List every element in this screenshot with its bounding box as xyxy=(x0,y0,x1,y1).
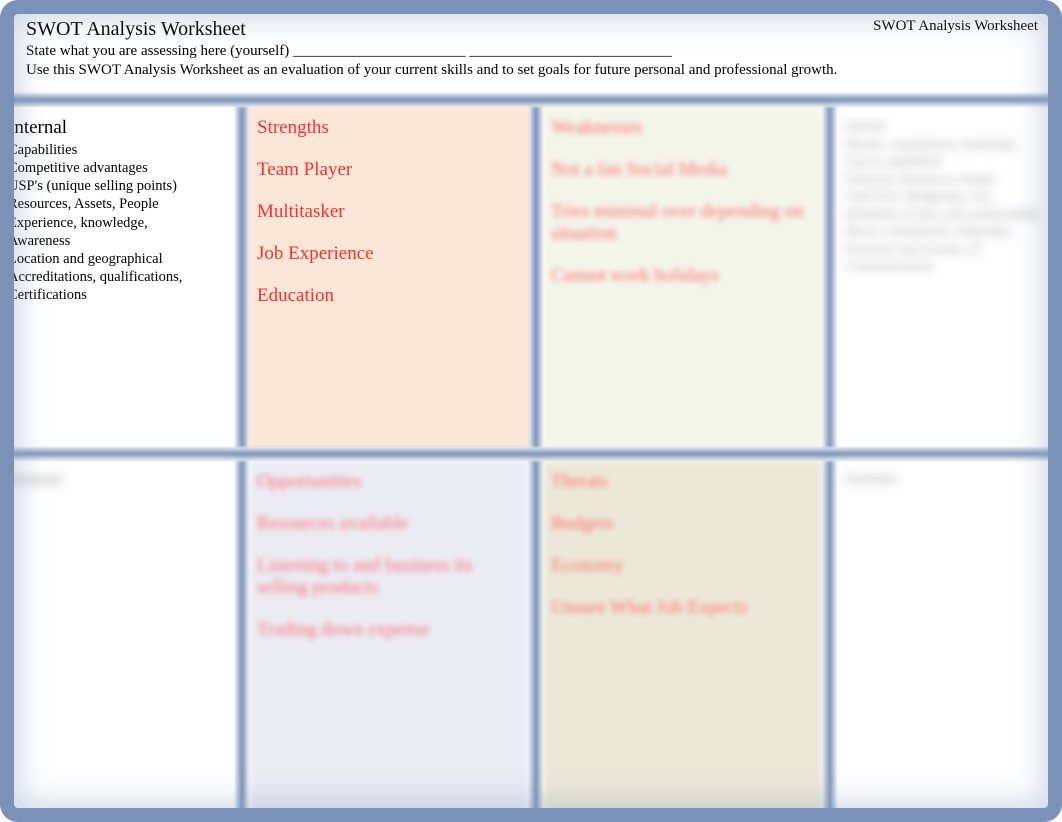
cell-threats: Threats Budgets Economy Unsure What Job … xyxy=(543,461,823,817)
divider-vertical xyxy=(823,461,837,817)
internal-item: Location and geographical xyxy=(8,250,227,268)
right-line: Morale, commitment, leadership xyxy=(845,135,1054,153)
threats-item: Unsure What Job Expects xyxy=(551,597,815,619)
divider-vertical xyxy=(235,461,249,817)
strengths-item: Education xyxy=(257,285,521,307)
weaknesses-item: Not a fan Social Media xyxy=(551,159,815,181)
opportunities-item: Listening to and business its selling pr… xyxy=(257,555,521,599)
right-line: Processes and systems, IT, Communication… xyxy=(845,240,1054,275)
internal-item: Accreditations, qualifications, xyxy=(8,268,227,286)
threats-item: Budgets xyxy=(551,513,815,535)
threats-item: Economy xyxy=(551,555,815,577)
cell-internal-right: Internal Morale, commitment, leadership … xyxy=(837,107,1062,447)
internal-item: Capabilities xyxy=(8,141,227,159)
external-title: External xyxy=(8,471,227,489)
opportunities-item: Resources available xyxy=(257,513,521,535)
weaknesses-heading: Weaknesses xyxy=(551,117,815,139)
divider-horizontal xyxy=(0,93,1062,107)
internal-item: Competitive advantages xyxy=(8,159,227,177)
internal-item: Awareness xyxy=(8,232,227,250)
internal-item: Resources, Assets, People xyxy=(8,195,227,213)
right-line: Cash Flow, Budgeting, Cost xyxy=(845,187,1054,205)
fade-overlay xyxy=(249,407,529,447)
opportunities-heading: Opportunities xyxy=(257,471,521,493)
header-subtitle-1: State what you are assessing here (yours… xyxy=(26,43,1036,60)
right-line: Moral, commitment, leadership xyxy=(845,222,1054,240)
cell-external-left: External xyxy=(0,461,235,817)
weaknesses-item: Tries minimal over depending on situatio… xyxy=(551,201,815,245)
cell-weaknesses: Weaknesses Not a fan Social Media Tries … xyxy=(543,107,823,447)
strengths-item: Multitasker xyxy=(257,201,521,223)
cell-internal-left: Internal Capabilities Competitive advant… xyxy=(0,107,235,447)
internal-title: Internal xyxy=(8,117,227,139)
cell-strengths: Strengths Team Player Multitasker Job Ex… xyxy=(249,107,529,447)
header: SWOT Analysis Worksheet SWOT Analysis Wo… xyxy=(0,0,1062,93)
right-ghost-block: Internal Morale, commitment, leadership … xyxy=(845,117,1054,275)
right-title: Internal xyxy=(845,117,1054,135)
strengths-heading: Strengths xyxy=(257,117,521,139)
strengths-item: Job Experience xyxy=(257,243,521,265)
weaknesses-item: Cannot work holidays xyxy=(551,265,815,287)
swot-grid: Internal Capabilities Competitive advant… xyxy=(0,107,1062,817)
internal-list: Capabilities Competitive advantages USP'… xyxy=(8,141,227,304)
divider-vertical xyxy=(823,107,837,447)
right-line: Financial, Resources, People xyxy=(845,170,1054,188)
cell-external-right: External xyxy=(837,461,1062,817)
internal-item: USP's (unique selling points) xyxy=(8,177,227,195)
right-bottom-title: External xyxy=(845,471,1054,488)
header-subtitle-2: Use this SWOT Analysis Worksheet as an e… xyxy=(26,62,1036,79)
internal-item: Certifications xyxy=(8,286,227,304)
threats-heading: Threats xyxy=(551,471,815,493)
internal-item: Experience, knowledge, xyxy=(8,214,227,232)
cell-opportunities: Opportunities Resources available Listen… xyxy=(249,461,529,817)
divider-vertical xyxy=(529,107,543,447)
divider-vertical xyxy=(529,461,543,817)
right-line: Gap in capabilities xyxy=(845,152,1054,170)
right-line: Reliability of data, plan predictability xyxy=(845,205,1054,223)
divider-horizontal xyxy=(0,447,1062,461)
header-right-label: SWOT Analysis Worksheet xyxy=(873,18,1038,35)
strengths-item: Team Player xyxy=(257,159,521,181)
divider-vertical xyxy=(235,107,249,447)
opportunities-item: Trading down expense xyxy=(257,619,521,641)
